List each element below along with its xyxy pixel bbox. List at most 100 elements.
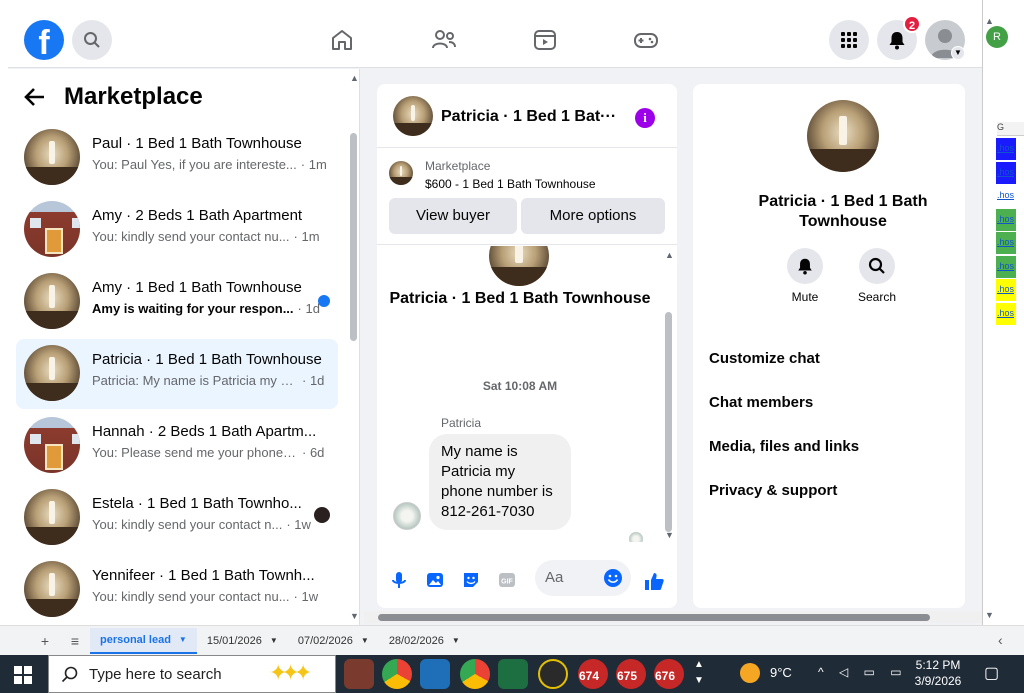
conversation-item[interactable]: Paul · 1 Bed 1 Bath Townhouse You: Paul Y… <box>16 123 338 193</box>
spreadsheet-cell[interactable]: .hos <box>996 279 1016 301</box>
sheet-tab-personal-lead[interactable]: personal lead ▼ <box>90 627 197 654</box>
mute-action[interactable]: Mute <box>775 248 835 304</box>
clock-time: 5:12 PM <box>915 658 961 672</box>
scroll-up-icon[interactable]: ▲ <box>665 250 674 260</box>
clock[interactable]: 5:12 PM 3/9/2026 <box>908 657 968 689</box>
chat-title[interactable]: Patricia · 1 Bed 1 Bat··· <box>441 108 621 126</box>
add-sheet-button[interactable]: + <box>30 633 60 649</box>
spreadsheet-cell[interactable]: .hos <box>996 138 1016 160</box>
weather-icon[interactable] <box>740 663 760 683</box>
search-action[interactable]: Search <box>847 248 907 304</box>
listing-photo <box>24 345 80 401</box>
back-arrow-icon[interactable] <box>24 87 46 107</box>
scrollbar-thumb[interactable] <box>665 312 672 532</box>
listing-photo <box>24 129 80 185</box>
thread-scrollbar[interactable]: ▲ ▼ <box>663 246 675 542</box>
temperature[interactable]: 9°C <box>770 665 792 693</box>
thread-title: Patricia · 1 Bed 1 Bath Townhouse <box>389 290 651 307</box>
menu-button[interactable] <box>829 20 869 60</box>
excel-icon[interactable] <box>498 659 528 689</box>
search-button[interactable] <box>72 20 112 60</box>
chrome-profile-icon[interactable] <box>460 659 490 689</box>
gif-icon[interactable]: GIF <box>497 570 517 590</box>
app-icon[interactable] <box>344 659 374 689</box>
scrollbar-thumb[interactable] <box>350 133 357 341</box>
mute-button[interactable] <box>787 248 823 284</box>
friends-nav[interactable] <box>428 24 460 56</box>
sheet-tab-28-02[interactable]: 28/02/2026 ▼ <box>379 628 470 654</box>
gaming-nav[interactable] <box>630 24 662 56</box>
top-navigation: f 2 ▼ <box>8 12 982 68</box>
message-input[interactable]: Aa <box>535 560 631 596</box>
taskbar-scroll-icon[interactable]: ▲ ▼ <box>694 657 704 693</box>
bell-icon <box>889 32 905 50</box>
sheet-avatar[interactable]: R <box>986 26 1008 48</box>
view-buyer-button[interactable]: View buyer <box>389 198 517 234</box>
listing-thumbnail <box>389 161 413 185</box>
privacy-support-item[interactable]: Privacy & support <box>709 482 837 499</box>
scrollbar-thumb[interactable] <box>378 614 930 621</box>
chat-members-item[interactable]: Chat members <box>709 394 813 411</box>
column-header: G <box>997 122 1024 136</box>
notification-badge: 2 <box>903 15 921 33</box>
taskbar-search[interactable]: Type here to search ✦✦✦ <box>48 655 336 693</box>
spreadsheet-cell[interactable]: .hos <box>996 232 1016 254</box>
chevron-down-icon[interactable]: ▼ <box>951 46 965 60</box>
app-s-icon[interactable] <box>420 659 450 689</box>
sender-avatar[interactable] <box>393 502 421 530</box>
notification-center-icon[interactable]: ▢ <box>984 663 999 693</box>
conversation-item[interactable]: Yennifeer · 1 Bed 1 Bath Townh... You: ki… <box>16 555 338 625</box>
clock-date: 3/9/2026 <box>914 674 962 688</box>
search-conversation-button[interactable] <box>859 248 895 284</box>
scroll-up-icon[interactable]: ▲ <box>985 16 994 26</box>
microphone-icon[interactable] <box>389 570 409 590</box>
conversation-item[interactable]: Amy · 2 Beds 1 Bath Apartment You: kindly… <box>16 195 338 265</box>
spreadsheet-cell[interactable]: .hos <box>996 302 1016 325</box>
like-icon[interactable] <box>643 570 665 592</box>
preview-time: · 1w <box>286 517 311 532</box>
more-options-button[interactable]: More options <box>521 198 665 234</box>
spreadsheet-cell[interactable]: .hos <box>996 255 1016 278</box>
horizontal-scrollbar[interactable] <box>364 611 982 623</box>
conversation-scrollbar[interactable]: ▲ ▼ <box>348 69 360 625</box>
media-files-links-item[interactable]: Media, files and links <box>709 438 859 455</box>
scroll-down-icon[interactable]: ▼ <box>665 530 674 540</box>
conversation-title: Estela · 1 Bed 1 Bath Townho... <box>92 495 302 512</box>
windows-start-icon[interactable] <box>14 666 32 684</box>
scroll-down-icon[interactable]: ▼ <box>350 611 359 621</box>
spreadsheet-cell[interactable]: .hos <box>996 161 1016 184</box>
preview-time: · 1d <box>302 373 325 388</box>
conversation-item[interactable]: Patricia · 1 Bed 1 Bath Townhouse Patrici… <box>16 339 338 409</box>
sheet-tab-label: 07/02/2026 <box>297 634 353 647</box>
conversation-item[interactable]: Amy · 1 Bed 1 Bath Townhouse Amy is waiti… <box>16 267 338 337</box>
scroll-down-icon[interactable]: ▼ <box>985 610 994 620</box>
conversation-item[interactable]: Estela · 1 Bed 1 Bath Townho... You: kind… <box>16 483 338 553</box>
scroll-up-icon[interactable]: ▲ <box>350 73 359 83</box>
message-bubble[interactable]: My name is Patricia my phone number is 8… <box>429 434 571 530</box>
sheet-tab-15-01[interactable]: 15/01/2026 ▼ <box>197 628 288 654</box>
caret-down-icon: ▼ <box>360 636 369 645</box>
app-x-icon[interactable] <box>538 659 568 689</box>
spreadsheet-cell[interactable]: .hos <box>996 208 1016 231</box>
conversation-preview: You: kindly send your contact nu... · 1m <box>92 229 327 244</box>
home-nav[interactable] <box>326 24 358 56</box>
mute-label: Mute <box>791 290 819 304</box>
watch-nav[interactable] <box>529 24 561 56</box>
emoji-icon[interactable] <box>603 568 623 588</box>
customize-chat-item[interactable]: Customize chat <box>709 350 820 367</box>
info-icon[interactable]: i <box>635 108 655 128</box>
sheet-tab-07-02[interactable]: 07/02/2026 ▼ <box>288 628 379 654</box>
facebook-logo[interactable]: f <box>24 20 64 60</box>
info-avatar[interactable] <box>807 100 879 172</box>
all-sheets-button[interactable]: ≡ <box>60 633 90 649</box>
conversation-item[interactable]: Hannah · 2 Beds 1 Bath Apartm... You: Ple… <box>16 411 338 481</box>
chrome-icon[interactable] <box>382 659 412 689</box>
system-tray-icons[interactable]: ^ ◁ ▭ ▭ <box>818 665 908 693</box>
listing-title[interactable]: $600 - 1 Bed 1 Bath Townhouse <box>425 177 596 191</box>
photo-icon[interactable] <box>425 570 445 590</box>
conversation-list-panel: Marketplace Paul · 1 Bed 1 Bath Townhous… <box>8 69 360 625</box>
chat-avatar[interactable] <box>393 96 433 136</box>
spreadsheet-cell[interactable]: .hos <box>996 185 1016 207</box>
scroll-left-icon[interactable]: ‹ <box>998 632 1003 648</box>
sticker-icon[interactable] <box>461 570 481 590</box>
